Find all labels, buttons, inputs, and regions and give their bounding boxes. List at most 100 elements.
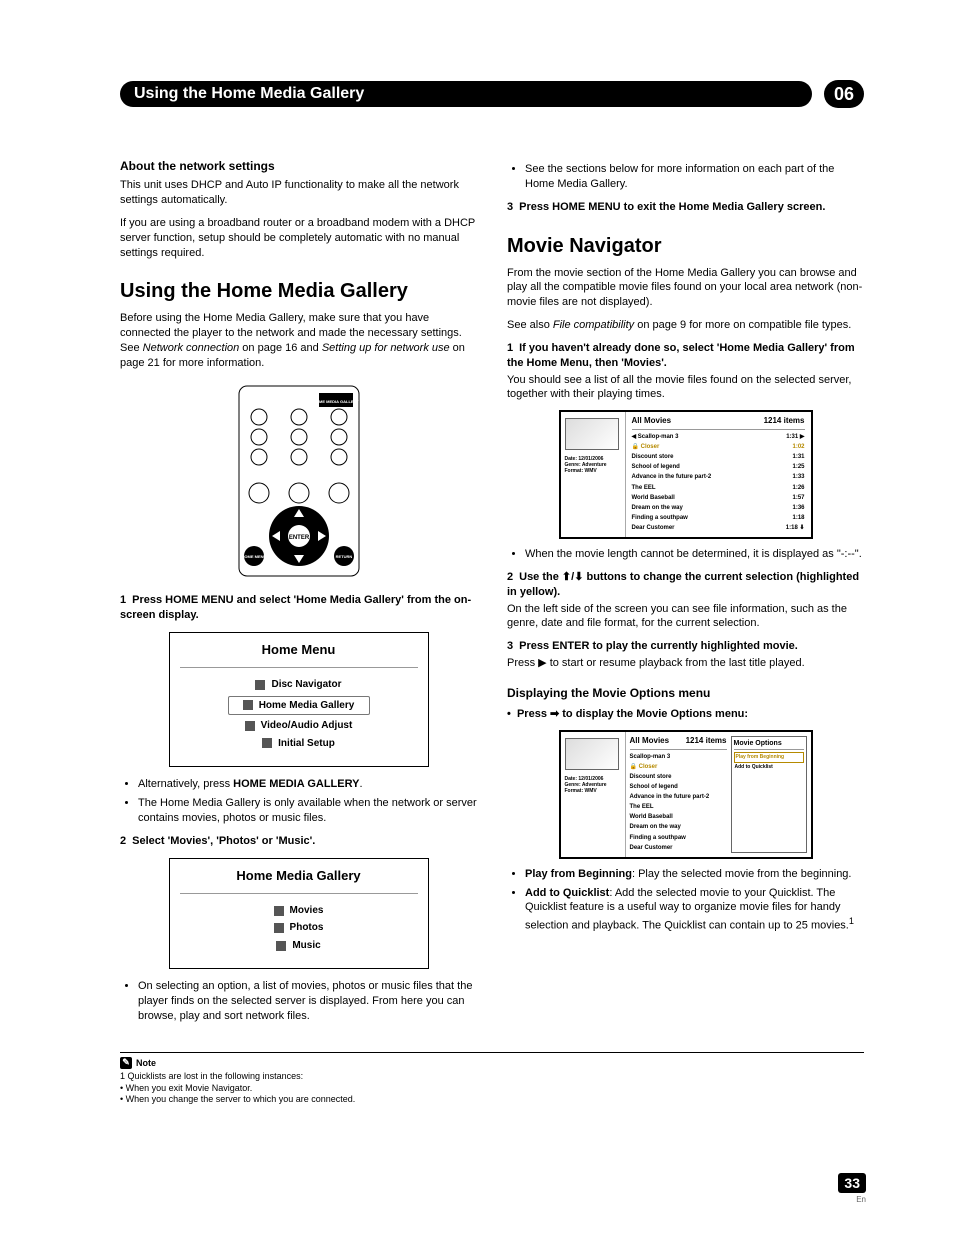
t: See also <box>507 319 553 331</box>
movie-nav-p1: From the movie section of the Home Media… <box>507 266 864 311</box>
right-column: See the sections below for more informat… <box>507 158 864 1032</box>
r: 1:18 <box>792 514 804 522</box>
length-note-list: When the movie length cannot be determin… <box>507 547 864 562</box>
setup-icon <box>262 738 272 748</box>
alt-list: Alternatively, press HOME MEDIA GALLERY.… <box>120 777 477 826</box>
r: Finding a southpaw <box>630 834 686 842</box>
up-down-icon: ⬆/⬇ <box>562 571 584 583</box>
r: Closer <box>641 444 660 450</box>
r: 1:31 <box>792 453 804 461</box>
footnote-rule <box>120 1052 864 1053</box>
chapter-title: Using the Home Media Gallery <box>120 81 812 107</box>
movie-step-2: 2Use the ⬆/⬇ buttons to change the curre… <box>507 570 864 600</box>
hmg-item: Movies <box>180 902 418 920</box>
t: File compatibility <box>553 319 634 331</box>
using-p1-d: Setting up for network use <box>322 342 450 354</box>
opt-play-from-beginning: Play from Beginning: Play the selected m… <box>525 867 864 882</box>
r: Dream on the way <box>632 504 683 512</box>
t: 1214 items <box>686 736 727 747</box>
step-text-a: Use the <box>519 571 562 583</box>
menu-label: Disc Navigator <box>271 678 341 692</box>
about-heading: About the network settings <box>120 158 477 174</box>
r: Dear Customer <box>632 524 675 532</box>
fn-line: • When you change the server to which yo… <box>120 1094 864 1106</box>
left-step-2: 2Select 'Movies', 'Photos' or 'Music'. <box>120 834 477 849</box>
movie-meta: Date: 12/01/2006 Genre: Adventure Format… <box>565 456 621 474</box>
on-selecting-list: On selecting an option, a list of movies… <box>120 979 477 1024</box>
svg-text:HOME MENU: HOME MENU <box>241 554 266 559</box>
r: 1:31 <box>786 434 798 440</box>
see-sections-list: See the sections below for more informat… <box>507 162 864 192</box>
home-menu-title: Home Menu <box>180 641 418 659</box>
step-num: 2 <box>507 571 513 583</box>
home-menu-box: Home Menu Disc Navigator Home Media Gall… <box>169 632 429 767</box>
list-count: 1214 items <box>764 416 805 427</box>
about-p1: This unit uses DHCP and Auto IP function… <box>120 178 477 208</box>
alt-bullet: Alternatively, press HOME MEDIA GALLERY. <box>138 777 477 792</box>
step-text: Select 'Movies', 'Photos' or 'Music'. <box>132 835 315 847</box>
movie-list-pane: All Movies1214 items ◀ Scallop-man 31:31… <box>626 412 811 537</box>
options-bullet: • Press ➡ to display the Movie Options m… <box>507 707 864 722</box>
using-heading: Using the Home Media Gallery <box>120 278 477 305</box>
note-text: Note <box>136 1058 156 1068</box>
r: Dream on the way <box>630 823 681 831</box>
r: Dear Customer <box>630 844 673 852</box>
list-title: All Movies <box>632 416 672 427</box>
remote-figure: HOME MEDIA GALLERY ENTER <box>120 381 477 581</box>
r: 1:25 <box>792 463 804 471</box>
step-num: 3 <box>507 640 513 652</box>
home-menu-item: Video/Audio Adjust <box>180 717 418 735</box>
svg-text:ENTER: ENTER <box>288 535 309 541</box>
movie-thumbnail <box>565 738 619 770</box>
step-text: Press HOME MENU and select 'Home Media G… <box>120 594 471 621</box>
opt-add-to-quicklist: Add to Quicklist: Add the selected movie… <box>525 886 864 934</box>
step-num: 3 <box>507 201 513 213</box>
meta-line: Format: WMV <box>565 468 621 474</box>
using-intro: Before using the Home Media Gallery, mak… <box>120 311 477 370</box>
menu-label: Video/Audio Adjust <box>261 719 353 733</box>
left-column: About the network settings This unit use… <box>120 158 477 1032</box>
r: Finding a southpaw <box>632 514 688 522</box>
r: World Baseball <box>632 494 675 502</box>
r: Scallop-man 3 <box>630 753 671 761</box>
movie-step-3-p: Press ▶ to start or resume playback from… <box>507 656 864 671</box>
fn-line: • When you exit Movie Navigator. <box>120 1083 864 1095</box>
r: 1:02 <box>792 443 804 451</box>
step-num: 1 <box>507 342 513 354</box>
right-step-3: 3 Press HOME MENU to exit the Home Media … <box>507 200 864 215</box>
step-text: If you haven't already done so, select '… <box>507 342 855 369</box>
disc-icon <box>255 680 265 690</box>
all-movies-box: Date: 12/01/2006 Genre: Adventure Format… <box>559 410 813 539</box>
gallery-icon <box>243 700 253 710</box>
movie-nav-heading: Movie Navigator <box>507 233 864 260</box>
t: When you exit Movie Navigator. <box>126 1083 253 1093</box>
see-sections: See the sections below for more informat… <box>525 162 864 192</box>
fn-line: 1 Quicklists are lost in the following i… <box>120 1071 864 1083</box>
page-number-value: 33 <box>838 1173 866 1193</box>
t: HOME MEDIA GALLERY <box>233 778 359 790</box>
movie-meta: Date: 12/01/2006 Genre: Adventure Format… <box>565 776 621 794</box>
left-step-1: 1Press HOME MENU and select 'Home Media … <box>120 593 477 623</box>
r: 1:57 <box>792 494 804 502</box>
options-menu-item: Add to Quicklist <box>734 763 804 772</box>
movie-thumbnail <box>565 418 619 450</box>
movie-step-2-p: On the left side of the screen you can s… <box>507 602 864 632</box>
r: Scallop-man 3 <box>638 434 679 440</box>
r: School of legend <box>632 463 680 471</box>
step-text: Press HOME MENU to exit the Home Media G… <box>519 201 825 213</box>
music-icon <box>276 941 286 951</box>
page-lang: En <box>838 1195 866 1204</box>
menu-label: Home Media Gallery <box>259 699 355 713</box>
r: The EEL <box>630 803 654 811</box>
video-icon <box>245 721 255 731</box>
hmg-menu-title: Home Media Gallery <box>180 867 418 885</box>
movie-info-pane: Date: 12/01/2006 Genre: Adventure Format… <box>561 732 626 857</box>
chapter-number-badge: 06 <box>824 80 864 108</box>
only-when-bullet: The Home Media Gallery is only available… <box>138 796 477 826</box>
options-menu-title: Movie Options <box>734 739 804 750</box>
home-menu-item-selected: Home Media Gallery <box>228 696 370 716</box>
t: on page 9 for more on compatible file ty… <box>634 319 851 331</box>
on-selecting-bullet: On selecting an option, a list of movies… <box>138 979 477 1024</box>
r: Discount store <box>630 773 672 781</box>
movies-icon <box>274 906 284 916</box>
